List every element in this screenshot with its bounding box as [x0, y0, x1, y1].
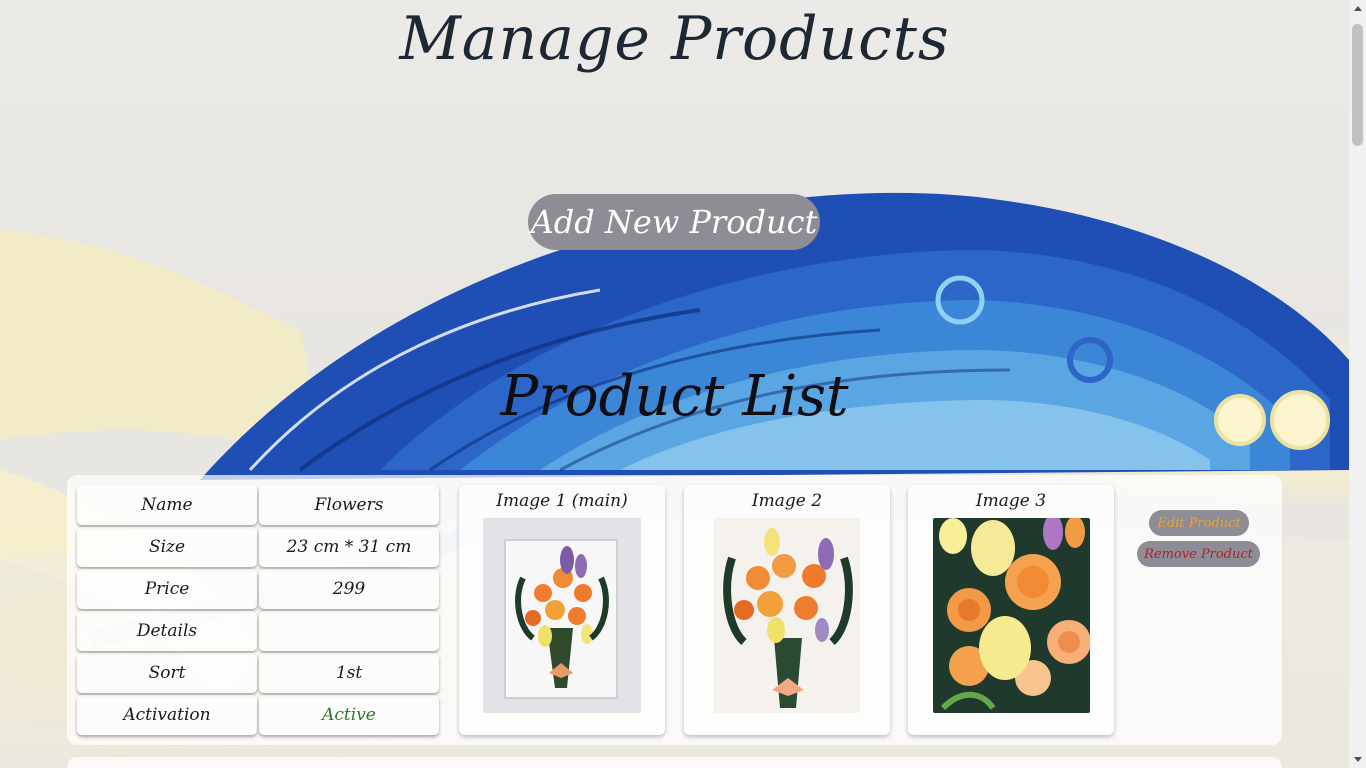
product-list-title: Product List	[500, 364, 849, 429]
page-title: Manage Products	[399, 4, 950, 74]
table-row: Details	[77, 611, 442, 653]
image-card-2: Image 2	[684, 485, 890, 735]
field-label-details: Details	[77, 611, 257, 651]
table-row: Size 23 cm * 31 cm	[77, 527, 442, 569]
field-value-size: 23 cm * 31 cm	[259, 527, 439, 567]
field-value-name: Flowers	[259, 485, 439, 525]
product-image-main[interactable]	[483, 518, 641, 713]
edit-product-button[interactable]: Edit Product	[1149, 510, 1249, 536]
table-row: Sort 1st	[77, 653, 442, 695]
flower-closeup-image	[933, 518, 1090, 713]
field-value-sort: 1st	[259, 653, 439, 693]
field-label-price: Price	[77, 569, 257, 609]
field-label-activation: Activation	[77, 695, 257, 735]
flower-bouquet-image	[483, 518, 641, 713]
image-label: Image 2	[751, 491, 823, 511]
image-card-1: Image 1 (main)	[459, 485, 665, 735]
table-row: Activation Active	[77, 695, 442, 737]
flower-bouquet-image	[714, 518, 860, 713]
status-active: Active	[259, 695, 439, 735]
scroll-up-icon[interactable]	[1354, 6, 1362, 11]
product-image-3[interactable]	[933, 518, 1090, 713]
scrollbar-thumb[interactable]	[1352, 24, 1363, 146]
product-card: Name Flowers Size 23 cm * 31 cm Price 29…	[67, 475, 1282, 745]
table-row: Price 299	[77, 569, 442, 611]
field-label-size: Size	[77, 527, 257, 567]
field-value-details	[259, 611, 439, 651]
add-new-product-button[interactable]: Add New Product	[528, 194, 820, 250]
field-label-sort: Sort	[77, 653, 257, 693]
image-label: Image 1 (main)	[496, 491, 628, 511]
table-row: Name Flowers	[77, 485, 442, 527]
product-details-table: Name Flowers Size 23 cm * 31 cm Price 29…	[77, 485, 442, 737]
scroll-down-icon[interactable]	[1354, 757, 1362, 762]
image-label: Image 3	[975, 491, 1047, 511]
remove-product-button[interactable]: Remove Product	[1137, 541, 1260, 567]
image-card-3: Image 3	[908, 485, 1114, 735]
field-label-name: Name	[77, 485, 257, 525]
product-card-next	[67, 757, 1282, 768]
field-value-price: 299	[259, 569, 439, 609]
product-image-2[interactable]	[714, 518, 860, 713]
